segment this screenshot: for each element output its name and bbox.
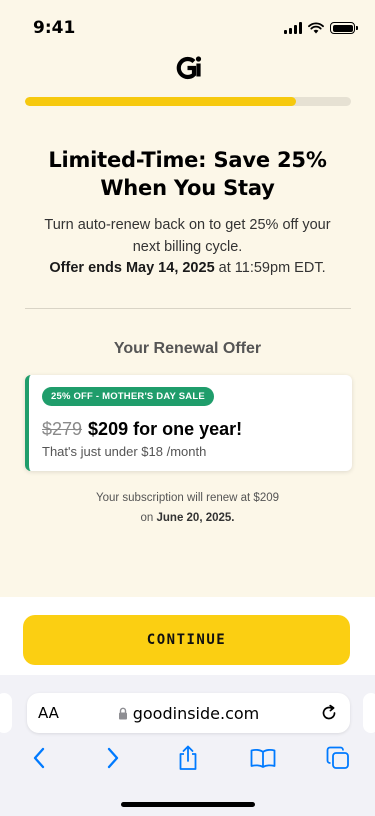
- offer-deadline-date: Offer ends May 14, 2025: [49, 260, 215, 276]
- reload-icon[interactable]: [319, 703, 339, 723]
- bookmarks-icon: [250, 748, 276, 768]
- browser-nav-bar: [0, 743, 375, 773]
- old-price: $279: [42, 419, 83, 439]
- previous-tab-edge[interactable]: [0, 693, 12, 733]
- renewal-note-line-2: on June 20, 2025.: [0, 508, 375, 528]
- page-title-line-2: When You Stay: [100, 176, 275, 200]
- renewal-note-line-1: Your subscription will renew at $209: [95, 492, 280, 504]
- monthly-price-note: That's just under $18 /month: [42, 444, 207, 459]
- progress-fill: [25, 97, 296, 106]
- next-tab-edge[interactable]: [363, 693, 375, 733]
- forward-icon: [107, 747, 119, 769]
- offer-deadline-time: at 11:59pm EDT.: [214, 260, 326, 276]
- tabs-button[interactable]: [323, 743, 353, 773]
- cellular-signal-icon: [284, 22, 302, 34]
- url-text: goodinside.com: [132, 703, 260, 723]
- status-icons: [284, 22, 358, 34]
- share-icon: [179, 745, 197, 770]
- offer-heading: Your Renewal Offer: [113, 340, 262, 357]
- back-icon: [33, 747, 45, 769]
- page-title-line-1: Limited-Time: Save 25%: [48, 148, 327, 172]
- progress-bar: [25, 97, 351, 106]
- address-bar[interactable]: AA goodinside.com: [27, 693, 350, 733]
- home-indicator: [121, 802, 255, 807]
- page-title: Limited-Time: Save 25% When You Stay: [20, 146, 355, 202]
- intro-text: Turn auto-renew back on to get 25% off y…: [20, 215, 355, 280]
- price-line: $279 $209 for one year!: [42, 419, 242, 440]
- forward-button[interactable]: [98, 743, 128, 773]
- battery-icon: [330, 22, 358, 34]
- renewal-note: Your subscription will renew at $209 on …: [0, 488, 375, 528]
- wifi-icon: [308, 22, 324, 34]
- tabs-icon: [326, 746, 349, 769]
- bookmarks-button[interactable]: [248, 743, 278, 773]
- intro-line-2: next billing cycle.: [132, 238, 243, 255]
- sale-badge: 25% OFF - MOTHER'S DAY SALE: [42, 387, 214, 406]
- divider: [25, 308, 351, 309]
- new-price: $209 for one year!: [88, 419, 243, 439]
- continue-button[interactable]: CONTINUE: [23, 615, 350, 665]
- back-button[interactable]: [24, 743, 54, 773]
- offer-deadline: Offer ends May 14, 2025 at 11:59pm EDT.: [20, 258, 355, 280]
- renewal-note-prefix: on: [140, 512, 157, 524]
- lock-icon: [118, 707, 127, 719]
- intro-line-1: Turn auto-renew back on to get 25% off y…: [44, 217, 331, 233]
- status-time: 9:41: [33, 18, 76, 38]
- url-display[interactable]: goodinside.com: [27, 693, 350, 733]
- good-inside-logo-icon: [176, 56, 202, 80]
- renewal-offer-card[interactable]: 25% OFF - MOTHER'S DAY SALE $279 $209 for…: [25, 375, 352, 471]
- share-button[interactable]: [173, 743, 203, 773]
- status-bar: 9:41: [0, 0, 375, 54]
- browser-toolbar: AA goodinside.com: [0, 675, 375, 816]
- renewal-date: June 20, 2025.: [156, 512, 235, 524]
